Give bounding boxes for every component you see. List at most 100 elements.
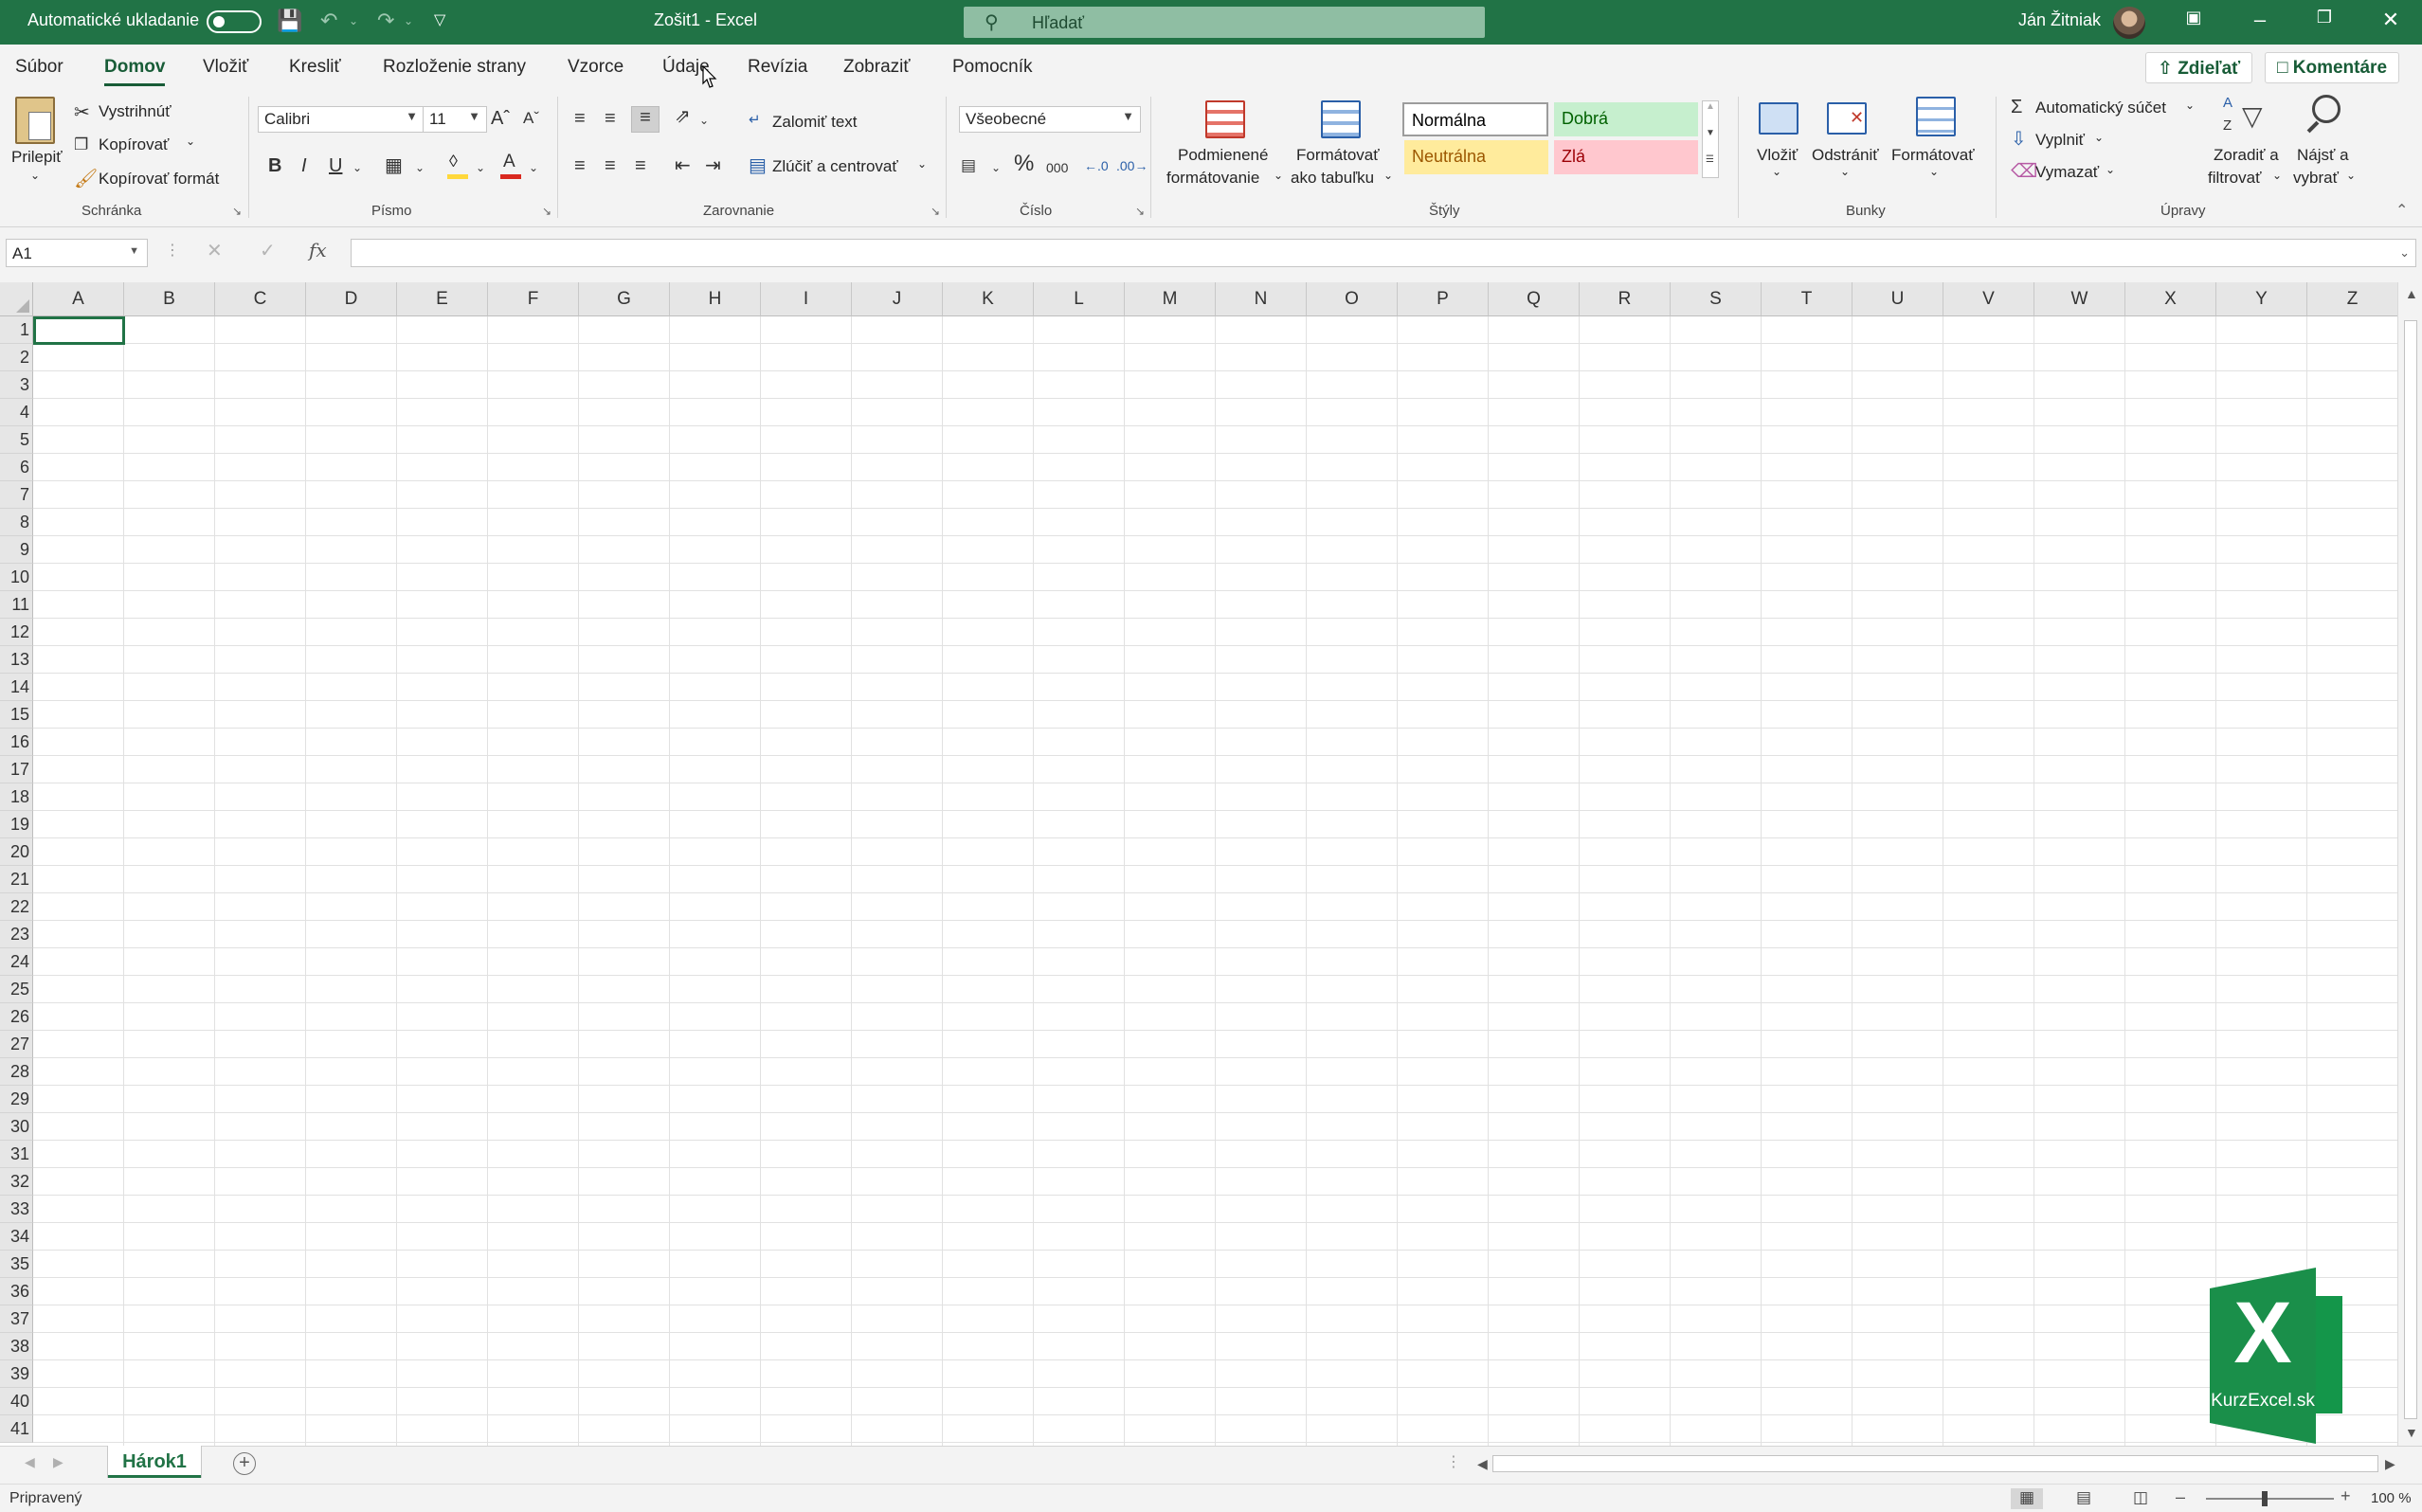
tab-insert[interactable]: Vložiť xyxy=(203,57,248,78)
format-as-table-icon[interactable] xyxy=(1321,100,1361,138)
zoom-slider-handle[interactable] xyxy=(2262,1491,2268,1506)
row-header[interactable]: 13 xyxy=(0,646,33,674)
comments-button[interactable]: □ Komentáre xyxy=(2265,52,2400,83)
row-header[interactable]: 38 xyxy=(0,1333,33,1360)
column-header[interactable]: U xyxy=(1853,282,1943,316)
customize-toolbar-icon[interactable]: ▽ xyxy=(434,9,445,33)
row-header[interactable]: 10 xyxy=(0,564,33,591)
style-good[interactable]: Dobrá xyxy=(1554,102,1698,136)
column-header[interactable]: J xyxy=(852,282,943,316)
row-header[interactable]: 28 xyxy=(0,1058,33,1086)
font-size-select[interactable]: 11 ▼ xyxy=(423,106,487,133)
column-header[interactable]: T xyxy=(1762,282,1853,316)
confirm-entry-icon[interactable]: ✓ xyxy=(260,239,276,262)
next-sheet-icon[interactable]: ▶ xyxy=(53,1454,63,1470)
zoom-in-icon[interactable]: + xyxy=(2341,1486,2351,1506)
decrease-indent-icon[interactable]: ⇤ xyxy=(675,155,691,176)
worksheet-grid[interactable]: ABCDEFGHIJKLMNOPQRSTUVWXYZ 1 2 3 4 5 6 7 8 9 10 11… xyxy=(0,282,2397,1446)
increase-decimal-icon[interactable]: ←.0 xyxy=(1084,155,1109,176)
row-header[interactable]: 34 xyxy=(0,1223,33,1251)
decrease-font-icon[interactable]: Aˇ xyxy=(523,108,539,129)
row-header[interactable]: 7 xyxy=(0,481,33,509)
align-left-icon[interactable]: ≡ xyxy=(574,155,586,176)
find-select-dropdown-icon[interactable]: ⌄ xyxy=(2346,169,2356,182)
minimize-icon[interactable]: – xyxy=(2241,8,2279,32)
horizontal-scroll-thumb[interactable] xyxy=(1492,1455,2378,1472)
column-header[interactable]: W xyxy=(2034,282,2125,316)
row-header[interactable]: 35 xyxy=(0,1251,33,1278)
column-header[interactable]: C xyxy=(215,282,306,316)
search-box[interactable]: ⚲ Hľadať xyxy=(964,7,1485,38)
row-header[interactable]: 41 xyxy=(0,1415,33,1443)
insert-cells-button[interactable]: Vložiť xyxy=(1757,146,1798,165)
row-header[interactable]: 15 xyxy=(0,701,33,729)
cancel-entry-icon[interactable]: ✕ xyxy=(207,239,223,262)
share-button[interactable]: ⇧ Zdieľať xyxy=(2145,52,2253,83)
zoom-out-icon[interactable]: – xyxy=(2176,1487,2185,1507)
row-header[interactable]: 40 xyxy=(0,1388,33,1415)
percent-button[interactable]: % xyxy=(1014,153,1034,175)
scroll-right-icon[interactable]: ▶ xyxy=(2385,1456,2395,1472)
tab-view[interactable]: Zobraziť xyxy=(843,57,910,78)
style-normal[interactable]: Normálna xyxy=(1402,102,1548,136)
cells-area[interactable] xyxy=(33,316,2397,1446)
style-neutral[interactable]: Neutrálna xyxy=(1404,140,1548,174)
column-header[interactable]: P xyxy=(1398,282,1489,316)
sort-filter-line1[interactable]: Zoradiť a xyxy=(2214,146,2279,165)
insert-cells-dropdown-icon[interactable]: ⌄ xyxy=(1772,165,1781,178)
row-header[interactable]: 9 xyxy=(0,536,33,564)
row-header[interactable]: 17 xyxy=(0,756,33,783)
sort-filter-icon[interactable]: A Z ▽ xyxy=(2221,95,2270,140)
column-header[interactable]: S xyxy=(1671,282,1762,316)
borders-dropdown-icon[interactable]: ⌄ xyxy=(415,157,425,178)
row-header[interactable]: 19 xyxy=(0,811,33,838)
row-header[interactable]: 39 xyxy=(0,1360,33,1388)
fill-color-icon[interactable]: ◊ xyxy=(445,152,470,180)
column-header[interactable]: Q xyxy=(1489,282,1580,316)
font-color-icon[interactable]: A xyxy=(498,152,523,180)
align-center-icon[interactable]: ≡ xyxy=(605,155,616,176)
bold-button[interactable]: B xyxy=(268,155,281,176)
tab-draw[interactable]: Kresliť xyxy=(289,57,341,78)
vertical-scroll-thumb[interactable] xyxy=(2404,320,2417,1419)
delete-cells-icon[interactable]: ✕ xyxy=(1827,102,1867,135)
fill-color-dropdown-icon[interactable]: ⌄ xyxy=(476,157,485,178)
underline-dropdown-icon[interactable]: ⌄ xyxy=(352,157,362,178)
format-as-table-line1[interactable]: Formátovať xyxy=(1296,146,1380,165)
styles-gallery-scroll[interactable]: ▲ ▼ ☰ xyxy=(1702,100,1719,178)
undo-icon[interactable]: ↶ xyxy=(320,9,337,33)
format-cells-button[interactable]: Formátovať xyxy=(1891,146,1975,165)
column-header[interactable]: M xyxy=(1125,282,1216,316)
row-header[interactable]: 20 xyxy=(0,838,33,866)
scroll-left-icon[interactable]: ◀ xyxy=(1477,1456,1488,1472)
row-header[interactable]: 29 xyxy=(0,1086,33,1113)
close-icon[interactable]: ✕ xyxy=(2372,8,2410,32)
clipboard-launcher-icon[interactable]: ↘ xyxy=(232,205,242,218)
merge-center-button[interactable]: Zlúčiť a centrovať xyxy=(772,157,898,176)
align-bottom-icon[interactable]: ≡ xyxy=(631,106,660,133)
column-header[interactable]: Y xyxy=(2216,282,2307,316)
conditional-formatting-line2[interactable]: formátovanie xyxy=(1166,169,1259,188)
increase-indent-icon[interactable]: ⇥ xyxy=(705,155,721,176)
row-header[interactable]: 3 xyxy=(0,371,33,399)
fill-button[interactable]: Vyplniť xyxy=(2035,131,2085,150)
tab-page-layout[interactable]: Rozloženie strany xyxy=(383,57,526,78)
copy-dropdown-icon[interactable]: ⌄ xyxy=(186,135,195,148)
user-name[interactable]: Ján Žitniak xyxy=(2018,10,2101,30)
page-layout-view-icon[interactable]: ▤ xyxy=(2068,1488,2100,1509)
cut-button[interactable]: Vystrihnúť xyxy=(99,102,172,121)
column-header[interactable]: R xyxy=(1580,282,1671,316)
row-header[interactable]: 21 xyxy=(0,866,33,893)
format-as-table-dropdown-icon[interactable]: ⌄ xyxy=(1383,169,1393,182)
column-header[interactable]: Z xyxy=(2307,282,2397,316)
borders-icon[interactable]: ▦ xyxy=(385,155,403,176)
italic-button[interactable]: I xyxy=(301,155,307,176)
row-header[interactable]: 30 xyxy=(0,1113,33,1141)
undo-dropdown-icon[interactable]: ⌄ xyxy=(349,9,358,33)
row-header[interactable]: 6 xyxy=(0,454,33,481)
align-top-icon[interactable]: ≡ xyxy=(574,108,586,129)
clear-button[interactable]: Vymazať xyxy=(2035,163,2099,182)
row-header[interactable]: 12 xyxy=(0,619,33,646)
formula-bar-grip-icon[interactable]: ⋮ xyxy=(165,241,180,260)
normal-view-icon[interactable]: ▦ xyxy=(2011,1488,2043,1509)
